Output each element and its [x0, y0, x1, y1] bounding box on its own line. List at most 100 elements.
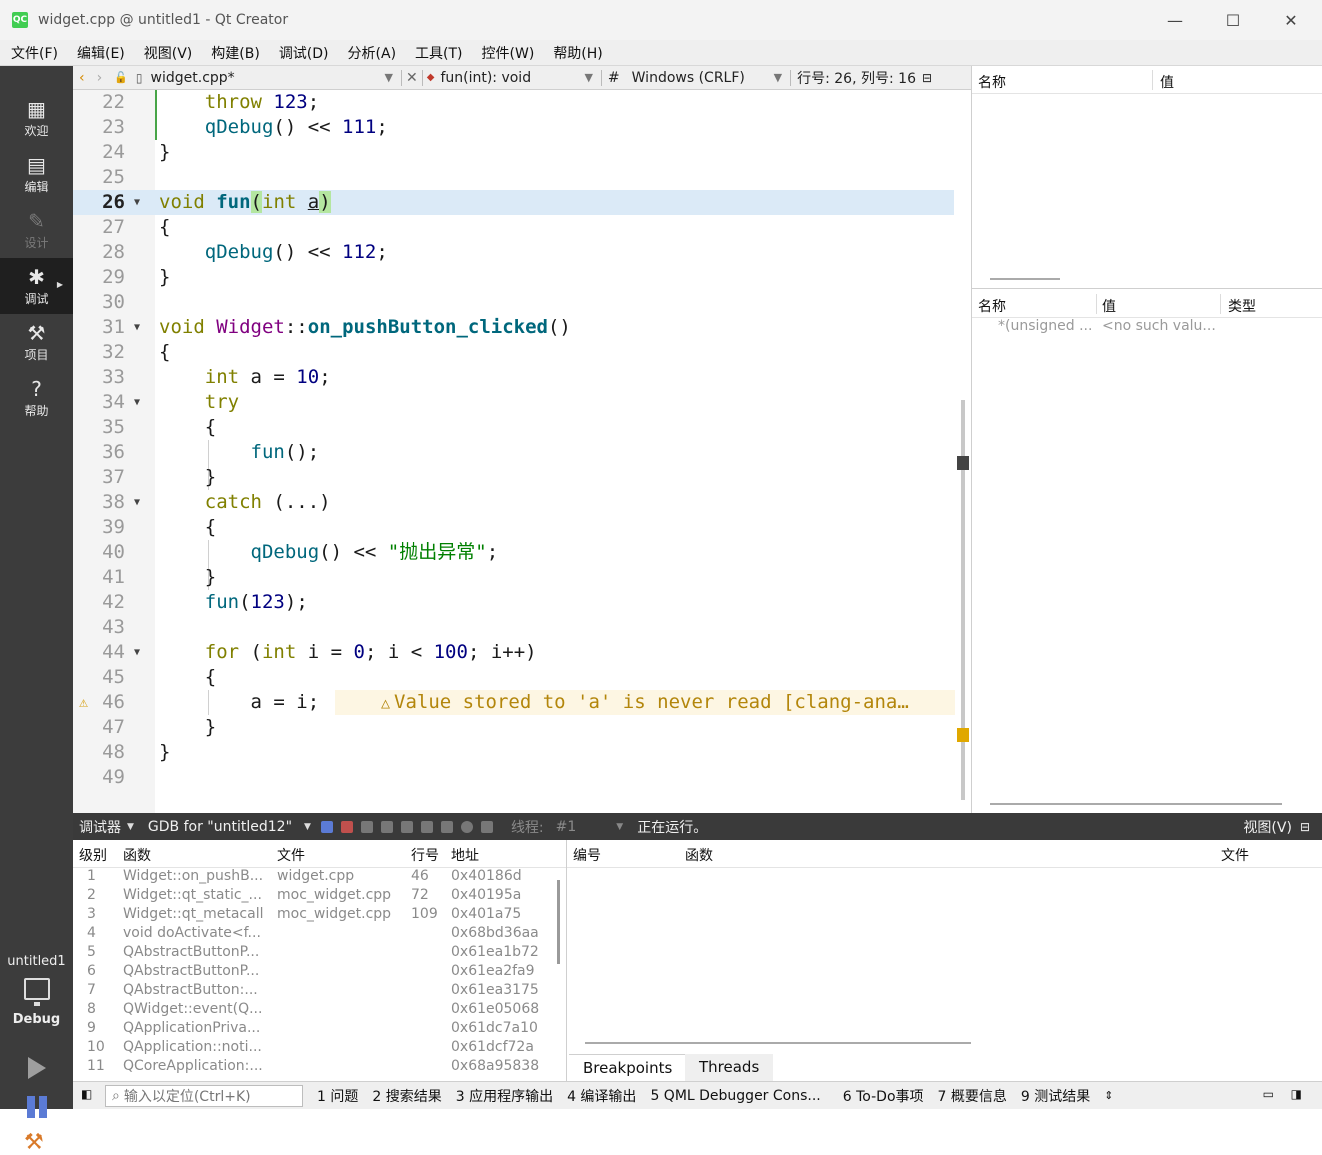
snapshot-icon[interactable]	[480, 820, 493, 833]
mode-design[interactable]: ✎ 设计	[0, 202, 73, 258]
menu-build[interactable]: 构建(B)	[200, 43, 268, 63]
chevron-down-icon[interactable]: ▼	[616, 822, 623, 832]
menu-widgets[interactable]: 控件(W)	[471, 43, 543, 63]
open-documents-combo[interactable]: widget.cpp*	[151, 70, 381, 86]
step-into-icon[interactable]	[380, 820, 393, 833]
tab-breakpoints[interactable]: Breakpoints	[569, 1054, 687, 1081]
code-editor[interactable]: 22 throw 123; 23 qDebug() << 111; 24} 25…	[73, 90, 971, 813]
step-out-icon[interactable]	[400, 820, 413, 833]
stack-row[interactable]: 3 Widget::qt_metacall moc_widget.cpp 109 0x4…	[73, 906, 566, 925]
kit-build-config[interactable]: Debug	[0, 1012, 73, 1027]
stack-address-column[interactable]: 地址	[451, 845, 479, 865]
menu-analyze[interactable]: 分析(A)	[337, 43, 405, 63]
output-pane-search-results[interactable]: 2 搜索结果	[372, 1086, 441, 1106]
breakpoints-scrollbar[interactable]	[585, 1042, 971, 1044]
tab-threads[interactable]: Threads	[685, 1054, 774, 1081]
menu-help[interactable]: 帮助(H)	[542, 43, 610, 63]
mode-debug[interactable]: ✱ 调试 ▶	[0, 258, 73, 314]
menu-file[interactable]: 文件(F)	[0, 43, 66, 63]
chevron-down-icon[interactable]: ▼	[304, 822, 311, 832]
mode-projects[interactable]: ⚒ 项目	[0, 314, 73, 370]
symbol-combo[interactable]: fun(int): void	[440, 70, 580, 86]
close-document-icon[interactable]: ✕	[406, 70, 418, 86]
stack-row[interactable]: 4 void doActivate<f... 0x68bd36aa	[73, 925, 566, 944]
watch-name-column[interactable]: 名称	[978, 296, 1006, 316]
watch-row[interactable]: *(unsigned ... <no such valu...	[972, 318, 1322, 338]
stack-row[interactable]: 10 QApplication::noti... 0x61dcf72a	[73, 1039, 566, 1058]
menu-tools[interactable]: 工具(T)	[404, 43, 470, 63]
stack-row[interactable]: 7 QAbstractButton:... 0x61ea3175	[73, 982, 566, 1001]
locals-scrollbar[interactable]	[990, 278, 1060, 280]
breakpoint-number-column[interactable]: 编号	[573, 845, 601, 865]
fold-marker-icon[interactable]: ▼	[134, 315, 140, 340]
fold-marker-icon[interactable]: ▼	[134, 390, 140, 415]
restart-icon[interactable]	[420, 820, 433, 833]
chevron-down-icon[interactable]: ▼	[127, 822, 134, 832]
back-arrow-icon[interactable]: ‹	[79, 70, 85, 86]
splitter[interactable]	[972, 288, 1322, 289]
stack-row[interactable]: 6 QAbstractButtonP... 0x61ea2fa9	[73, 963, 566, 982]
split-editor-icon[interactable]: ⊟	[922, 71, 932, 85]
output-pane-application-output[interactable]: 3 应用程序输出	[456, 1086, 553, 1106]
locals-name-column[interactable]: 名称	[978, 72, 1006, 92]
thread-combo[interactable]: #1	[556, 819, 577, 835]
watch-scrollbar[interactable]	[990, 803, 1282, 805]
stack-row[interactable]: 8 QWidget::event(Q... 0x61e05068	[73, 1001, 566, 1020]
mode-help[interactable]: ? 帮助	[0, 370, 73, 426]
toggle-sidebar-icon[interactable]: ◧	[81, 1087, 92, 1101]
stack-row[interactable]: 9 QApplicationPriva... 0x61dc7a10	[73, 1020, 566, 1039]
more-panes-icon[interactable]: ⇕	[1104, 1089, 1113, 1102]
output-pane-qml-debugger[interactable]: 5 QML Debugger Cons...	[650, 1088, 820, 1104]
progress-details-icon[interactable]: ▭	[1263, 1087, 1274, 1101]
stack-scrollbar[interactable]	[557, 880, 560, 964]
close-button[interactable]: ✕	[1262, 0, 1320, 40]
view-menu[interactable]: 视图(V)	[1243, 817, 1292, 837]
continue-icon[interactable]	[320, 820, 333, 833]
stop-debugger-icon[interactable]	[340, 820, 353, 833]
output-pane-issues[interactable]: 1 问题	[317, 1086, 358, 1106]
line-ending-combo[interactable]: Windows (CRLF)	[632, 70, 770, 86]
menu-view[interactable]: 视图(V)	[133, 43, 201, 63]
fold-marker-icon[interactable]: ▼	[134, 490, 140, 515]
debug-engine-combo[interactable]: GDB for "untitled12"	[148, 819, 292, 835]
stack-function-column[interactable]: 函数	[123, 845, 151, 865]
inline-warning[interactable]: △ Value stored to 'a' is never read [clan…	[335, 690, 955, 715]
breakpoint-function-column[interactable]: 函数	[685, 845, 713, 865]
stack-level-column[interactable]: 级别	[79, 845, 107, 865]
minimize-button[interactable]: —	[1146, 0, 1204, 40]
forward-arrow-icon[interactable]: ›	[97, 70, 103, 86]
step-over-icon[interactable]	[360, 820, 373, 833]
maximize-button[interactable]: ☐	[1204, 0, 1262, 40]
chevron-down-icon[interactable]: ▼	[774, 71, 782, 84]
watch-value-column[interactable]: 值	[1102, 296, 1116, 316]
encoding-hash[interactable]: #	[608, 70, 620, 86]
fold-marker-icon[interactable]: ▼	[134, 190, 140, 215]
output-pane-compile-output[interactable]: 4 编译输出	[567, 1086, 636, 1106]
chevron-down-icon[interactable]: ▼	[385, 71, 393, 84]
instruction-mode-icon[interactable]	[440, 820, 453, 833]
stack-file-column[interactable]: 文件	[277, 845, 305, 865]
locals-value-column[interactable]: 值	[1160, 72, 1174, 92]
fold-marker-icon[interactable]: ▼	[134, 640, 140, 665]
cursor-position[interactable]: 行号: 26, 列号: 16	[797, 68, 916, 88]
monitor-icon[interactable]	[24, 978, 50, 1006]
output-pane-test-results[interactable]: 9 测试结果	[1021, 1086, 1090, 1106]
run-icon[interactable]	[28, 1057, 46, 1079]
locator-input[interactable]: ⌕ 输入以定位(Ctrl+K)	[105, 1084, 303, 1107]
menu-edit[interactable]: 编辑(E)	[66, 43, 133, 63]
stack-row[interactable]: 11 QCoreApplication:... 0x68a95838	[73, 1058, 566, 1077]
start-debugging-icon[interactable]	[27, 1096, 47, 1118]
stack-row[interactable]: 2 Widget::qt_static_... moc_widget.cpp 72 0x…	[73, 887, 566, 906]
hammer-icon[interactable]: ⚒	[24, 1130, 44, 1155]
stack-row[interactable]: 1 Widget::on_pushB... widget.cpp 46 0x40186d	[73, 868, 566, 887]
mode-welcome[interactable]: ▦ 欢迎	[0, 90, 73, 146]
watch-type-column[interactable]: 类型	[1228, 296, 1256, 316]
mode-edit[interactable]: ▤ 编辑	[0, 146, 73, 202]
menu-debug[interactable]: 调试(D)	[268, 43, 337, 63]
output-pane-todo[interactable]: 6 To-Do事项	[843, 1086, 924, 1106]
output-pane-general-messages[interactable]: 7 概要信息	[938, 1086, 1007, 1106]
stack-line-column[interactable]: 行号	[411, 845, 439, 865]
stack-row[interactable]: 5 QAbstractButtonP... 0x61ea1b72	[73, 944, 566, 963]
chevron-down-icon[interactable]: ▼	[584, 71, 592, 84]
toggle-right-sidebar-icon[interactable]: ◨	[1291, 1087, 1302, 1101]
